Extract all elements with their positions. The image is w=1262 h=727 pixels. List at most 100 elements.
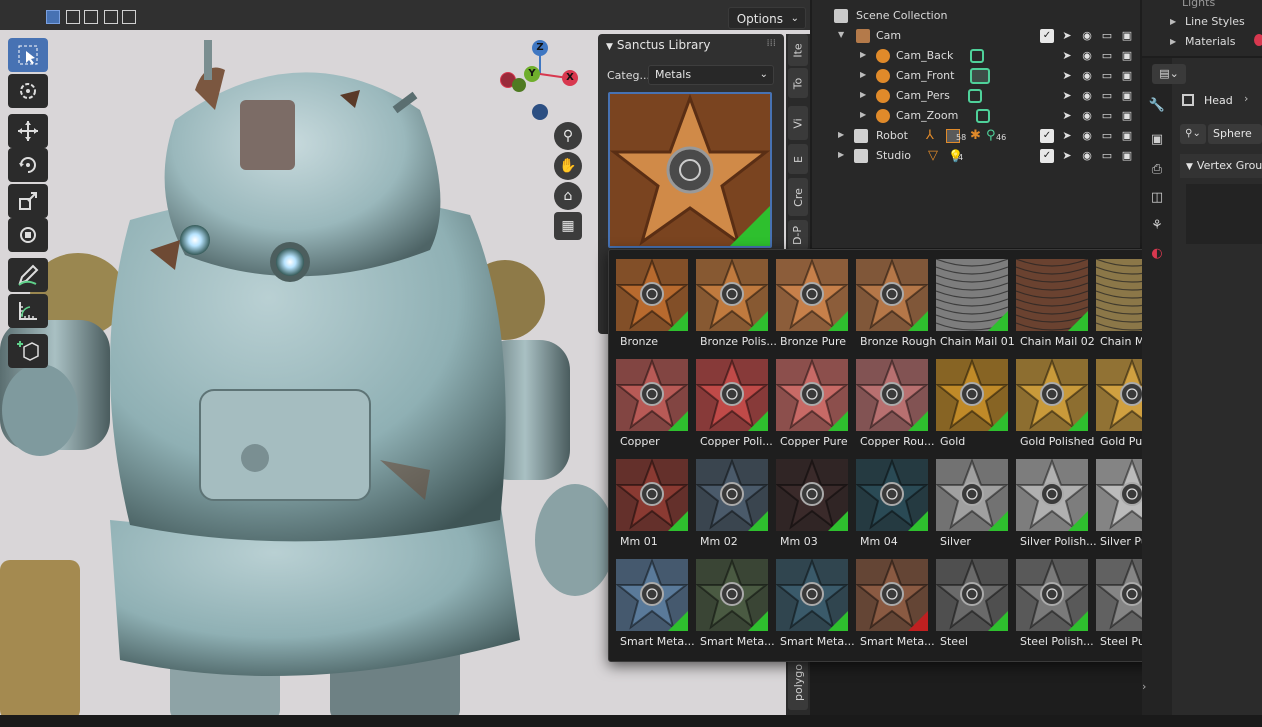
output-properties-icon[interactable]: ⎙ bbox=[1147, 160, 1167, 180]
material-thumbnail[interactable]: Bronze Polis... bbox=[696, 259, 777, 355]
material-thumbnail[interactable]: Steel Polish... bbox=[1016, 559, 1096, 655]
outliner-row[interactable]: Scene Collection bbox=[812, 6, 1140, 26]
scene-properties-icon[interactable]: ⚘ bbox=[1147, 216, 1167, 236]
material-thumbnail[interactable]: Mm 02 bbox=[696, 459, 776, 555]
axis-y-icon[interactable]: Y bbox=[524, 66, 540, 82]
eye-icon[interactable]: ◉ bbox=[1080, 129, 1094, 143]
select-invert-mode-icon[interactable] bbox=[104, 10, 118, 24]
render-camera-icon[interactable]: ▣ bbox=[1120, 69, 1134, 83]
tab-d-p[interactable]: D-P bbox=[788, 220, 808, 250]
world-properties-icon[interactable]: ◐ bbox=[1147, 244, 1167, 264]
material-thumbnail[interactable]: Copper Pure bbox=[776, 359, 856, 455]
view-layer-icon[interactable]: ◫ bbox=[1147, 188, 1167, 208]
outliner-row[interactable]: ▶ Studio ▽ 💡 4 ✓ ➤ ◉ ▭ ▣ bbox=[812, 146, 1140, 166]
camera-view-icon[interactable]: ⌂ bbox=[554, 182, 582, 210]
material-thumbnail[interactable]: Copper bbox=[616, 359, 696, 455]
zoom-icon[interactable]: ⚲ bbox=[554, 122, 582, 150]
select-arrow-icon[interactable]: ➤ bbox=[1060, 109, 1074, 123]
tool-properties-icon[interactable]: 🔧 bbox=[1147, 96, 1167, 116]
eye-icon[interactable]: ◉ bbox=[1080, 49, 1094, 63]
outliner-row[interactable]: ▶ Cam_Front ➤ ◉ ▭ ▣ bbox=[812, 66, 1140, 86]
annotate-tool[interactable] bbox=[8, 258, 48, 292]
material-thumbnail[interactable]: Chain Mail 02 bbox=[1016, 259, 1096, 355]
material-thumbnail[interactable]: Silver Polish... bbox=[1016, 459, 1097, 555]
select-arrow-icon[interactable]: ➤ bbox=[1060, 69, 1074, 83]
rotate-tool[interactable] bbox=[8, 148, 48, 182]
mesh-data-dropdown[interactable]: ⚲⌄ bbox=[1180, 124, 1206, 144]
eye-icon[interactable]: ◉ bbox=[1080, 149, 1094, 163]
select-arrow-icon[interactable]: ➤ bbox=[1060, 149, 1074, 163]
material-thumbnail[interactable]: Bronze bbox=[616, 259, 696, 355]
tab-create[interactable]: Cre bbox=[788, 178, 808, 216]
panel-header[interactable]: ▼ Sanctus Library bbox=[606, 38, 710, 52]
select-intersect-mode-icon[interactable] bbox=[122, 10, 136, 24]
chevron-right-icon[interactable]: › bbox=[1142, 680, 1152, 693]
eye-icon[interactable]: ◉ bbox=[1080, 69, 1094, 83]
options-dropdown[interactable]: Options ⌄ bbox=[727, 7, 806, 29]
axis-neg-y-icon[interactable] bbox=[512, 78, 526, 92]
material-thumbnail[interactable]: Steel bbox=[936, 559, 1016, 655]
outliner-row[interactable]: ▶ Cam_Back ➤ ◉ ▭ ▣ bbox=[812, 46, 1140, 66]
outliner-row[interactable]: ▶ Robot ⅄ 58 ✱ ⚲ 46 ✓ ➤ ◉ ▭ ▣ bbox=[812, 126, 1140, 146]
material-thumbnail[interactable]: Mm 03 bbox=[776, 459, 856, 555]
vertex-groups-panel-header[interactable]: ▼Vertex Group bbox=[1180, 154, 1262, 178]
eye-icon[interactable]: ◉ bbox=[1080, 89, 1094, 103]
axis-z-icon[interactable]: Z bbox=[532, 40, 548, 56]
material-thumbnail[interactable]: Gold Polished bbox=[1016, 359, 1096, 455]
editor-type-dropdown[interactable]: ▤⌄ bbox=[1152, 64, 1186, 84]
material-thumbnail[interactable]: Mm 04 bbox=[856, 459, 936, 555]
material-thumbnail[interactable]: Smart Meta... bbox=[776, 559, 856, 655]
move-tool[interactable] bbox=[8, 114, 48, 148]
tab-polygon[interactable]: polygo bbox=[788, 654, 808, 710]
select-arrow-icon[interactable]: ➤ bbox=[1060, 129, 1074, 143]
tab-view[interactable]: Vi bbox=[788, 106, 808, 140]
list-item[interactable]: Lights bbox=[1182, 0, 1215, 9]
list-item[interactable]: Materials bbox=[1185, 35, 1235, 48]
vertex-group-list[interactable] bbox=[1186, 184, 1262, 244]
material-thumbnail[interactable]: Smart Meta... bbox=[856, 559, 936, 655]
select-arrow-icon[interactable]: ➤ bbox=[1060, 29, 1074, 43]
render-camera-icon[interactable]: ▣ bbox=[1120, 29, 1134, 43]
select-arrow-icon[interactable]: ➤ bbox=[1060, 89, 1074, 103]
select-box-tool[interactable] bbox=[8, 38, 48, 72]
select-extend-mode-icon[interactable] bbox=[66, 10, 80, 24]
material-thumbnail[interactable]: Mm 01 bbox=[616, 459, 696, 555]
eye-icon[interactable]: ◉ bbox=[1080, 29, 1094, 43]
monitor-icon[interactable]: ▭ bbox=[1100, 69, 1114, 83]
eye-icon[interactable]: ◉ bbox=[1080, 109, 1094, 123]
material-preview[interactable] bbox=[608, 92, 772, 248]
render-camera-icon[interactable]: ▣ bbox=[1120, 149, 1134, 163]
checkbox-icon[interactable]: ✓ bbox=[1040, 149, 1054, 163]
material-thumbnail[interactable]: Silver bbox=[936, 459, 1016, 555]
render-camera-icon[interactable]: ▣ bbox=[1120, 109, 1134, 123]
material-thumbnail[interactable]: Smart Meta... bbox=[616, 559, 696, 655]
select-arrow-icon[interactable]: ➤ bbox=[1060, 49, 1074, 63]
add-cube-tool[interactable] bbox=[8, 334, 48, 368]
axis-x-icon[interactable]: X bbox=[562, 70, 578, 86]
render-properties-icon[interactable]: ▣ bbox=[1147, 130, 1167, 150]
transform-tool[interactable] bbox=[8, 218, 48, 252]
tab-item[interactable]: Ite bbox=[788, 34, 808, 66]
monitor-icon[interactable]: ▭ bbox=[1100, 129, 1114, 143]
monitor-icon[interactable]: ▭ bbox=[1100, 29, 1114, 43]
material-thumbnail[interactable]: Copper Poli... bbox=[696, 359, 776, 455]
monitor-icon[interactable]: ▭ bbox=[1100, 109, 1114, 123]
material-thumbnail[interactable]: Chain Mail 01 bbox=[936, 259, 1016, 355]
pan-hand-icon[interactable]: ✋ bbox=[554, 152, 582, 180]
grid-view-icon[interactable]: ▦ bbox=[554, 212, 582, 240]
drag-handle-icon[interactable]: ⁞⁞⁞ bbox=[766, 38, 776, 49]
material-thumbnail[interactable]: Bronze Pure bbox=[776, 259, 856, 355]
select-subtract-mode-icon[interactable] bbox=[84, 10, 98, 24]
cursor-tool[interactable] bbox=[8, 74, 48, 108]
measure-tool[interactable] bbox=[8, 294, 48, 328]
monitor-icon[interactable]: ▭ bbox=[1100, 89, 1114, 103]
material-thumbnail[interactable]: Bronze Rough bbox=[856, 259, 936, 355]
outliner-row[interactable]: ▼ Cam ✓ ➤ ◉ ▭ ▣ bbox=[812, 26, 1140, 46]
checkbox-icon[interactable]: ✓ bbox=[1040, 129, 1054, 143]
outliner-row[interactable]: ▶ Cam_Pers ➤ ◉ ▭ ▣ bbox=[812, 86, 1140, 106]
mesh-name-field[interactable]: Sphere bbox=[1208, 124, 1262, 144]
scale-tool[interactable] bbox=[8, 184, 48, 218]
monitor-icon[interactable]: ▭ bbox=[1100, 49, 1114, 63]
category-select[interactable]: Metals ⌄ bbox=[648, 65, 774, 85]
render-camera-icon[interactable]: ▣ bbox=[1120, 129, 1134, 143]
